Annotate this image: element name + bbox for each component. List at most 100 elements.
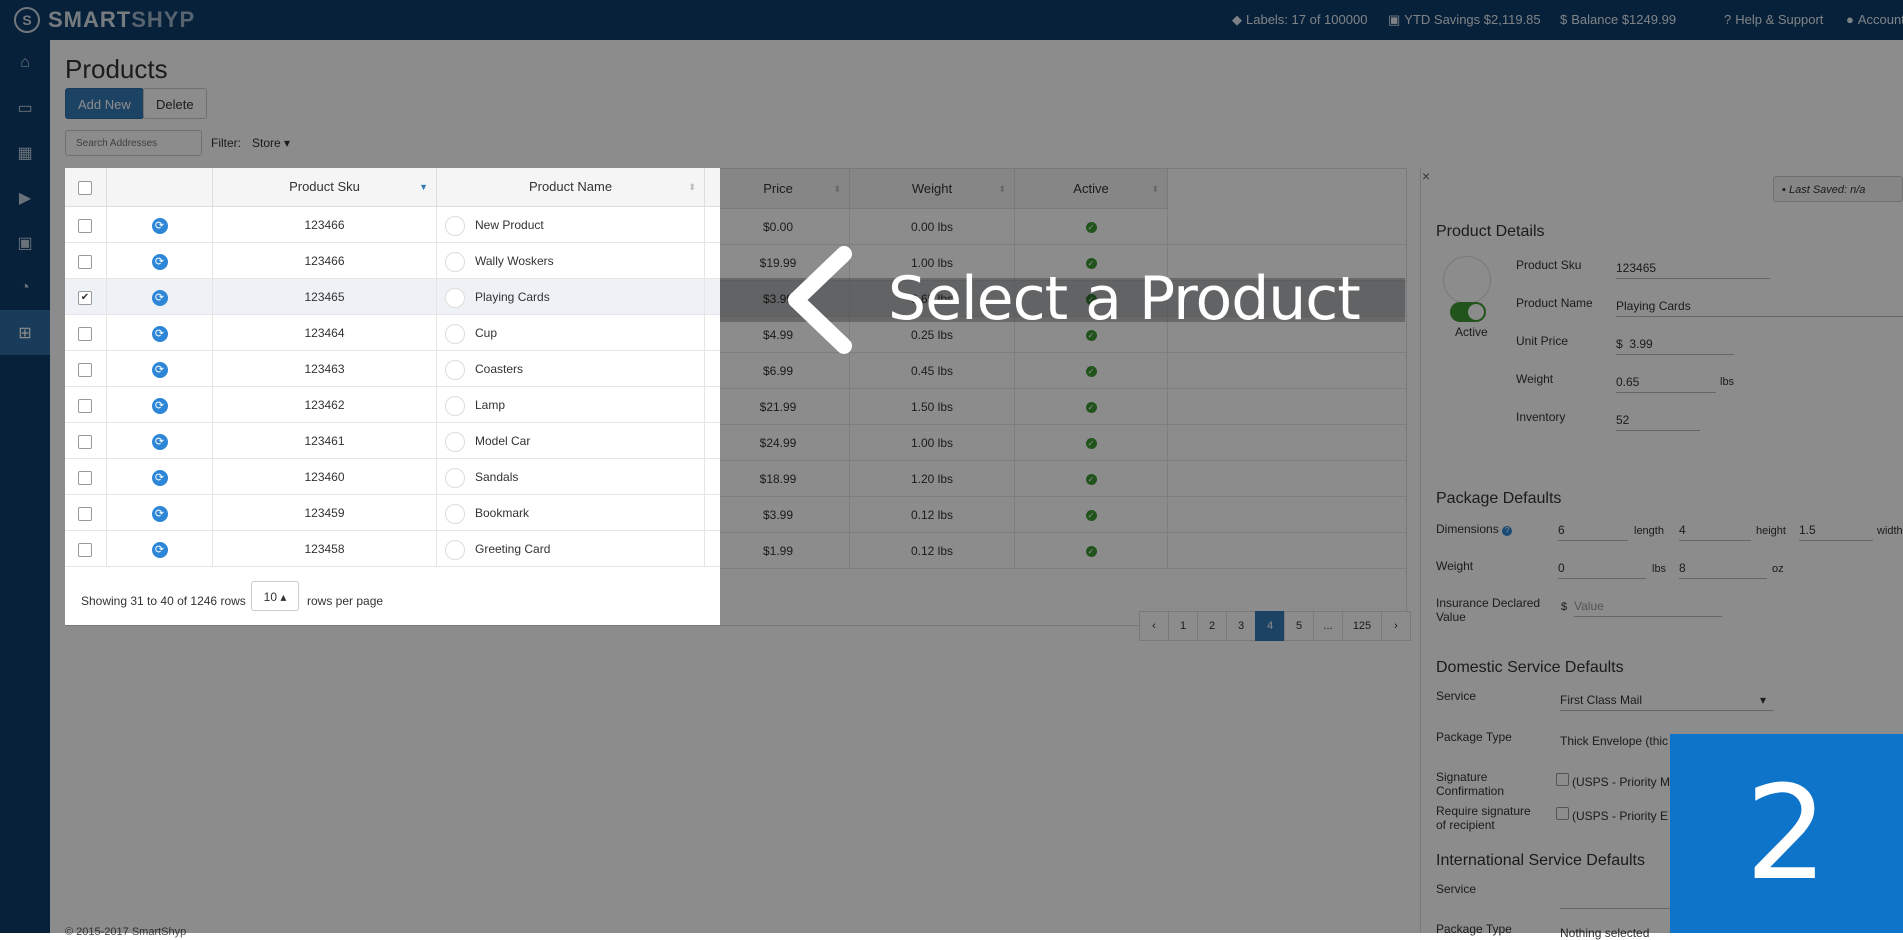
- table-cell-sku: 123466: [213, 243, 437, 279]
- table-cell-name: New Product: [437, 207, 705, 243]
- row-checkbox[interactable]: [78, 506, 92, 521]
- table-cell-check: [65, 531, 107, 567]
- product-name: Lamp: [475, 398, 506, 412]
- row-checkbox[interactable]: [78, 542, 92, 557]
- table-cell-sku: 123464: [213, 315, 437, 351]
- table-cell-sync: ⟳: [107, 279, 213, 315]
- row-checkbox[interactable]: [78, 470, 92, 485]
- product-name: Playing Cards: [475, 290, 550, 304]
- table-cell-name: Coasters: [437, 351, 705, 387]
- table-cell-sync: ⟳: [107, 423, 213, 459]
- product-name: Bookmark: [475, 506, 530, 520]
- table-cell-check: [65, 495, 107, 531]
- product-thumbnail: [445, 431, 465, 452]
- sync-icon[interactable]: ⟳: [151, 217, 168, 234]
- row-checkbox[interactable]: [78, 326, 92, 341]
- sync-icon[interactable]: ⟳: [151, 505, 168, 522]
- table-row[interactable]: ⟳123460Sandals$18.991.20 lbs✓: [65, 459, 720, 495]
- table-cell-sku: 123459: [213, 495, 437, 531]
- table-row[interactable]: ⟳123462Lamp$21.991.50 lbs✓: [65, 387, 720, 423]
- sync-icon[interactable]: ⟳: [151, 325, 168, 342]
- row-checkbox[interactable]: [78, 434, 92, 449]
- table-cell-price: $0.00: [705, 207, 720, 243]
- table-row[interactable]: ⟳123463Coasters$6.990.45 lbs✓: [65, 351, 720, 387]
- sync-icon[interactable]: ⟳: [151, 541, 168, 558]
- column-header[interactable]: Product Name ⬍: [437, 168, 705, 207]
- sync-icon[interactable]: ⟳: [151, 397, 168, 414]
- table-cell-sync: ⟳: [107, 531, 213, 567]
- table-cell-price: $19.99: [705, 243, 720, 279]
- table-cell-check: [65, 243, 107, 279]
- table-cell-sync: ⟳: [107, 315, 213, 351]
- column-header[interactable]: Price⬍: [705, 168, 720, 207]
- product-name: Sandals: [475, 470, 519, 484]
- column-header-label: Product Name: [528, 179, 613, 194]
- step-number: 2: [1745, 757, 1828, 909]
- sync-icon[interactable]: ⟳: [151, 433, 168, 450]
- table-cell-sku: 123460: [213, 459, 437, 495]
- table-cell-name: Lamp: [437, 387, 705, 423]
- table-row[interactable]: ⟳123458Greeting Card$1.990.12 lbs✓: [65, 531, 720, 567]
- table-row[interactable]: ⟳123459Bookmark$3.990.12 lbs✓: [65, 495, 720, 531]
- row-checkbox[interactable]: [78, 362, 92, 377]
- product-name: Model Car: [475, 434, 531, 448]
- row-checkbox[interactable]: [78, 218, 92, 233]
- table-cell-price: $1.99: [705, 531, 720, 567]
- table-cell-sync: ⟳: [107, 495, 213, 531]
- rows-per-page-label: rows per page: [307, 594, 384, 608]
- table-cell-check: [65, 423, 107, 459]
- select-all-checkbox[interactable]: [78, 180, 92, 195]
- table-row[interactable]: ✔⟳123465Playing Cards$3.990.65 lbs✓: [65, 279, 720, 315]
- table-row[interactable]: ⟳123461Model Car$24.991.00 lbs✓: [65, 423, 720, 459]
- sync-icon[interactable]: ⟳: [151, 361, 168, 378]
- table-cell-sku: 123461: [213, 423, 437, 459]
- column-header-label: Product Sku: [289, 179, 360, 194]
- table-cell-price: $18.99: [705, 459, 720, 495]
- product-thumbnail: [445, 359, 465, 380]
- table-cell-sku: 123462: [213, 387, 437, 423]
- table-cell-price: $6.99: [705, 351, 720, 387]
- showing-rows-text: Showing 31 to 40 of 1246 rows: [81, 594, 246, 608]
- table-cell-name: Bookmark: [437, 495, 705, 531]
- table-cell-name: Wally Woskers: [437, 243, 705, 279]
- row-checkbox[interactable]: [78, 398, 92, 413]
- select-all-header: [65, 168, 107, 207]
- products-table-spotlight: Product Sku▼Product Name⬍Price⬍Weight⬍Ac…: [65, 168, 720, 623]
- table-cell-price: $24.99: [705, 423, 720, 459]
- table-row[interactable]: ⟳123466New Product$0.000.00 lbs✓: [65, 207, 720, 243]
- table-cell-sync: ⟳: [107, 207, 213, 243]
- table-cell-sku: 123465: [213, 279, 437, 315]
- table-cell-check: [65, 207, 107, 243]
- table-cell-sync: ⟳: [107, 459, 213, 495]
- rows-per-page-select[interactable]: 10 ▴: [251, 581, 299, 611]
- table-cell-sku: 123466: [213, 207, 437, 243]
- table-cell-price: $3.99: [705, 495, 720, 531]
- row-checkbox[interactable]: [78, 254, 92, 269]
- tutorial-title: Select a Product: [888, 264, 1361, 334]
- table-cell-check: [65, 315, 107, 351]
- product-thumbnail: [445, 539, 465, 560]
- sync-icon[interactable]: ⟳: [151, 469, 168, 486]
- product-thumbnail: [445, 287, 465, 308]
- product-thumbnail: [445, 215, 465, 236]
- sync-icon[interactable]: ⟳: [151, 289, 168, 306]
- product-thumbnail: [445, 503, 465, 524]
- icon-column-header: [107, 168, 213, 207]
- chevron-left-icon: [788, 246, 852, 354]
- table-cell-name: Cup: [437, 315, 705, 351]
- table-cell-check: ✔: [65, 279, 107, 315]
- table-cell-check: [65, 351, 107, 387]
- table-row[interactable]: ⟳123466Wally Woskers$19.991.00 lbs✓: [65, 243, 720, 279]
- row-checkbox[interactable]: ✔: [78, 290, 92, 305]
- sync-icon[interactable]: ⟳: [151, 253, 168, 270]
- column-header[interactable]: Product Sku ▼: [213, 168, 437, 207]
- table-cell-price: $3.99: [705, 279, 720, 315]
- sort-desc-icon[interactable]: ▼: [419, 168, 428, 207]
- table-cell-price: $21.99: [705, 387, 720, 423]
- sort-icon[interactable]: ⬍: [688, 168, 696, 207]
- product-thumbnail: [445, 323, 465, 344]
- table-spotlight: Product Sku▼Product Name⬍Price⬍Weight⬍Ac…: [65, 168, 720, 625]
- product-thumbnail: [445, 467, 465, 488]
- table-cell-sync: ⟳: [107, 387, 213, 423]
- table-row[interactable]: ⟳123464Cup$4.990.25 lbs✓: [65, 315, 720, 351]
